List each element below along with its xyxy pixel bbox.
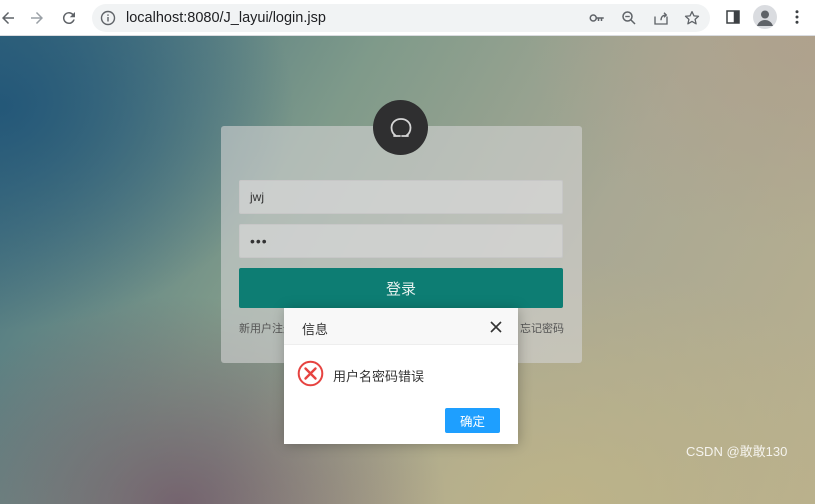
password-field[interactable]: ••• [239, 224, 563, 258]
browser-toolbar: localhost:8080/J_layui/login.jsp [0, 0, 815, 36]
kebab-menu-icon[interactable] [786, 6, 808, 28]
watermark: CSDN @敢敢130 [686, 444, 788, 459]
side-panel-icon[interactable] [722, 6, 744, 28]
forward-arrow-icon[interactable] [25, 6, 49, 30]
avatar [373, 100, 428, 155]
reload-icon[interactable] [57, 6, 81, 30]
user-logo-icon [390, 117, 411, 137]
close-icon[interactable] [489, 320, 503, 334]
error-dialog: 信息 用户名密码错误 确定 [284, 308, 518, 444]
confirm-button[interactable]: 确定 [445, 408, 500, 433]
username-field[interactable]: jwj [239, 180, 563, 214]
dialog-header: 信息 [284, 308, 518, 345]
key-icon[interactable] [588, 9, 606, 27]
star-icon[interactable] [683, 9, 701, 27]
forgot-password-link[interactable]: 忘记密码 [520, 320, 564, 336]
error-circle-icon [297, 360, 324, 387]
url-text: localhost:8080/J_layui/login.jsp [126, 10, 326, 26]
dialog-title: 信息 [302, 322, 329, 337]
info-icon[interactable] [100, 10, 116, 26]
address-bar[interactable]: localhost:8080/J_layui/login.jsp [92, 4, 710, 32]
dialog-message: 用户名密码错误 [333, 369, 425, 384]
register-link[interactable]: 新用户注册 [239, 320, 287, 336]
page-background: jwj ••• 登录 新用户注册 忘记密码 信息 用户名密码错误 确定 CSDN… [0, 36, 815, 504]
share-icon[interactable] [652, 9, 670, 27]
profile-icon[interactable] [753, 5, 777, 29]
zoom-icon[interactable] [620, 9, 638, 27]
login-button[interactable]: 登录 [239, 268, 563, 308]
back-arrow-icon[interactable] [0, 6, 20, 30]
